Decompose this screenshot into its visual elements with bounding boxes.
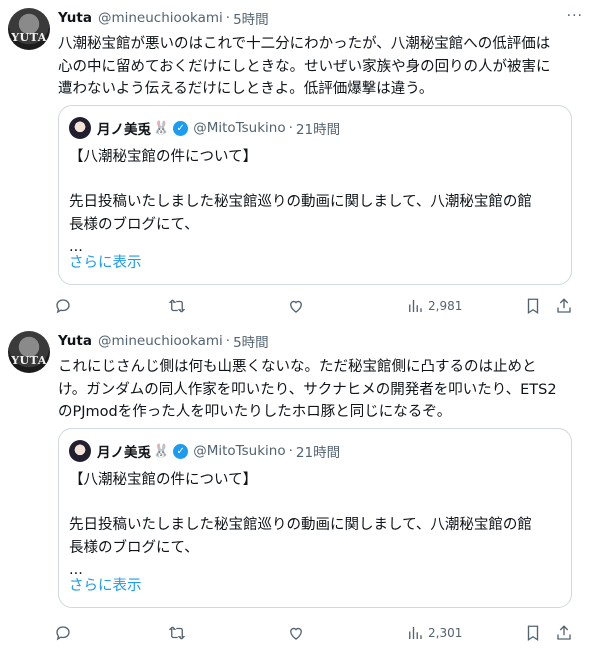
share-icon <box>557 625 571 640</box>
quoted-header: 月ノ美兎 🐰 ✓ @MitoTsukino · 21時間 <box>97 441 340 461</box>
quoted-text-line: 先日投稿いたしました秘宝館巡りの動画に関しまして、八潮秘宝館の館 <box>69 517 532 533</box>
tweet-text-line: これにじさんじ側は何も山悪くないな。ただ秘宝館側に凸するのは止めと <box>58 359 537 375</box>
reply-icon <box>56 626 70 641</box>
quoted-text-line: ... <box>69 239 83 255</box>
username[interactable]: @mineuchiookami <box>98 333 223 349</box>
quoted-username[interactable]: @MitoTsukino <box>193 120 285 136</box>
views-count: 2,301 <box>428 626 463 640</box>
retweet-icon <box>168 299 186 313</box>
tweet-header: Yuta @mineuchiookami · 5時間 <box>58 331 269 351</box>
separator-dot: · <box>288 120 293 136</box>
tweet-text: これにじさんじ側は何も山悪くないな。ただ秘宝館側に凸するのは止めと け。ガンダム… <box>58 356 583 424</box>
quoted-username[interactable]: @MitoTsukino <box>193 443 285 459</box>
quoted-text-line: ... <box>69 562 83 578</box>
avatar-logo-text: YUTA <box>11 31 47 44</box>
show-more-link[interactable]: さらに表示 <box>69 574 142 595</box>
quoted-text-line: 長様のブログにて、 <box>69 216 199 233</box>
views-button[interactable]: 2,981 <box>406 294 462 318</box>
more-options-icon[interactable]: ··· <box>567 8 583 24</box>
retweet-button[interactable] <box>168 621 186 645</box>
views-button[interactable]: 2,301 <box>406 621 462 645</box>
tweet-text-line: のPJmodを作った人を叩いたりしたホロ豚と同じになるぞ。 <box>58 404 452 420</box>
quoted-tweet[interactable]: 月ノ美兎 🐰 ✓ @MitoTsukino · 21時間 【八潮秘宝館の件につい… <box>58 428 572 608</box>
reply-icon <box>56 299 70 314</box>
action-bar: 2,301 <box>50 621 580 645</box>
separator-dot: · <box>225 333 231 349</box>
avatar[interactable]: YUTA <box>8 331 50 373</box>
share-button[interactable] <box>555 294 573 318</box>
retweet-icon <box>168 626 186 640</box>
quoted-text: 【八潮秘宝館の件について】 先日投稿いたしました秘宝館巡りの動画に関しまして、八… <box>69 146 564 259</box>
tweet-text: 八潮秘宝館が悪いのはこれで十二分にわかったが、八潮秘宝館への低評価は 心の中に留… <box>58 33 583 101</box>
like-button[interactable] <box>287 294 305 318</box>
quoted-timestamp[interactable]: 21時間 <box>296 441 340 461</box>
quoted-text-line <box>69 169 564 192</box>
tweet[interactable]: YUTA Yuta @mineuchiookami · 5時間 これにじさんじ側… <box>0 323 601 651</box>
quoted-display-name[interactable]: 月ノ美兎 <box>97 118 151 138</box>
tweet-text-line: け。ガンダムの同人作家を叩いたり、サクナヒメの開発者を叩いたり、ETS2 <box>58 381 557 398</box>
bookmark-icon <box>527 625 539 642</box>
bookmark-button[interactable] <box>524 621 542 645</box>
bookmark-button[interactable] <box>524 294 542 318</box>
share-icon <box>557 298 571 313</box>
views-count: 2,981 <box>428 299 463 313</box>
display-name[interactable]: Yuta <box>58 10 92 26</box>
quoted-text-line <box>69 492 564 515</box>
quoted-avatar[interactable] <box>69 440 91 462</box>
reply-button[interactable] <box>54 621 72 645</box>
like-icon <box>290 627 302 640</box>
views-icon <box>409 300 422 312</box>
rabbit-emoji: 🐰 <box>153 443 170 459</box>
share-button[interactable] <box>555 621 573 645</box>
retweet-button[interactable] <box>168 294 186 318</box>
quoted-avatar[interactable] <box>69 117 91 139</box>
quoted-text-line: 【八潮秘宝館の件について】 <box>69 472 258 488</box>
quoted-tweet[interactable]: 月ノ美兎 🐰 ✓ @MitoTsukino · 21時間 【八潮秘宝館の件につい… <box>58 105 572 285</box>
show-more-link[interactable]: さらに表示 <box>69 251 142 272</box>
avatar[interactable]: YUTA <box>8 8 50 50</box>
avatar-logo-text: YUTA <box>11 354 47 367</box>
tweet-text-line: 八潮秘宝館が悪いのはこれで十二分にわかったが、八潮秘宝館への低評価は <box>58 36 551 52</box>
timestamp[interactable]: 5時間 <box>233 331 269 351</box>
bookmark-icon <box>527 298 539 315</box>
rabbit-emoji: 🐰 <box>153 120 170 136</box>
separator-dot: · <box>288 443 293 459</box>
quoted-text-line: 先日投稿いたしました秘宝館巡りの動画に関しまして、八潮秘宝館の館 <box>69 194 532 210</box>
quoted-display-name[interactable]: 月ノ美兎 <box>97 441 151 461</box>
tweet-header: Yuta @mineuchiookami · 5時間 <box>58 8 269 28</box>
like-button[interactable] <box>287 621 305 645</box>
verified-badge-icon[interactable]: ✓ <box>173 120 189 136</box>
quoted-header: 月ノ美兎 🐰 ✓ @MitoTsukino · 21時間 <box>97 118 340 138</box>
username[interactable]: @mineuchiookami <box>98 10 223 26</box>
display-name[interactable]: Yuta <box>58 333 92 349</box>
tweet[interactable]: YUTA Yuta @mineuchiookami · 5時間 ··· 八潮秘宝… <box>0 0 601 323</box>
views-icon <box>409 627 422 639</box>
reply-button[interactable] <box>54 294 72 318</box>
tweet-text-line: 遭わないよう伝えるだけにしときよ。低評価爆撃は違う。 <box>58 81 434 97</box>
timestamp[interactable]: 5時間 <box>233 8 269 28</box>
quoted-text: 【八潮秘宝館の件について】 先日投稿いたしました秘宝館巡りの動画に関しまして、八… <box>69 469 564 582</box>
separator-dot: · <box>225 10 231 26</box>
tweet-text-line: 心の中に留めておくだけにしときな。せいぜい家族や身の回りの人が被害に <box>58 58 551 75</box>
quoted-timestamp[interactable]: 21時間 <box>296 118 340 138</box>
action-bar: 2,981 <box>50 294 580 318</box>
verified-badge-icon[interactable]: ✓ <box>173 443 189 459</box>
quoted-text-line: 長様のブログにて、 <box>69 539 199 556</box>
like-icon <box>290 300 302 313</box>
quoted-text-line: 【八潮秘宝館の件について】 <box>69 149 258 165</box>
